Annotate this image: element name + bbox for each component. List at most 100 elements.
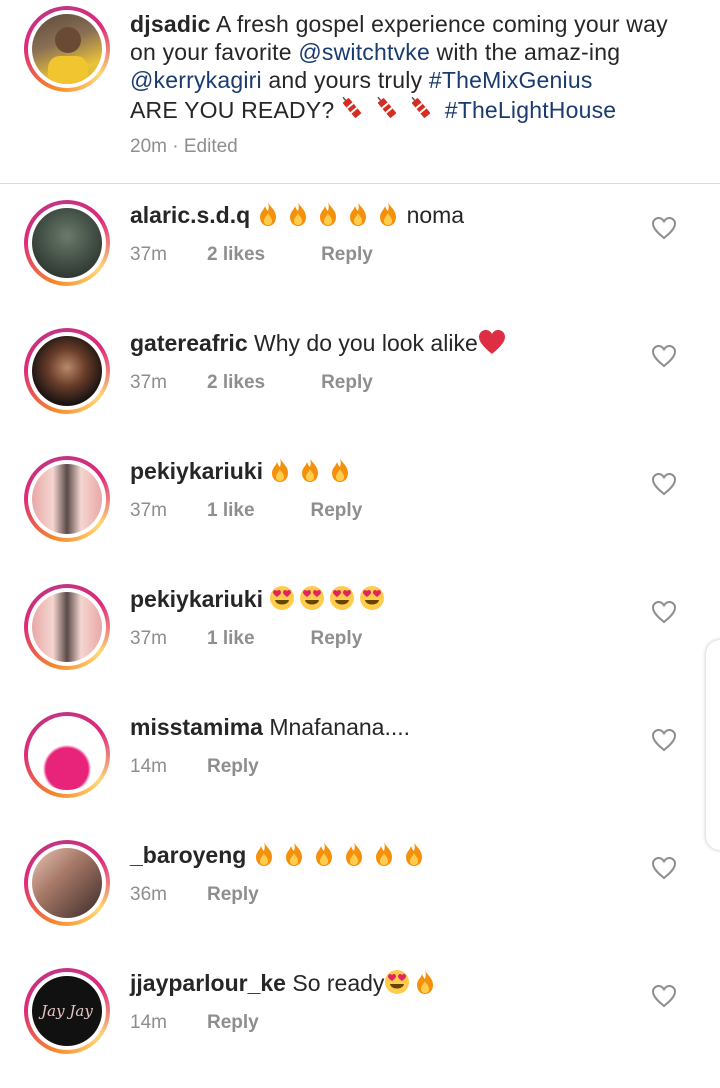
like-heart-icon[interactable] bbox=[651, 344, 677, 368]
post-author-avatar[interactable] bbox=[24, 6, 110, 92]
mention-switchtvke[interactable]: @switchtvke bbox=[298, 39, 430, 65]
reply-button[interactable]: Reply bbox=[321, 372, 373, 393]
commenter-username[interactable]: alaric.s.d.q bbox=[130, 202, 250, 228]
fire-icon bbox=[417, 970, 434, 994]
reply-button[interactable]: Reply bbox=[207, 756, 259, 777]
fire-icon bbox=[285, 842, 302, 866]
fire-icon bbox=[349, 202, 366, 226]
comment-item: pekiykariuki 37m 1 like Reply bbox=[0, 448, 720, 576]
like-heart-icon[interactable] bbox=[651, 984, 677, 1008]
comment-meta: 37m 1 like Reply bbox=[130, 628, 362, 650]
comment-time: 14m bbox=[130, 1012, 167, 1033]
comment-body: alaric.s.d.q noma bbox=[130, 200, 464, 230]
red-heart-icon bbox=[478, 330, 505, 354]
reply-button[interactable]: Reply bbox=[321, 244, 373, 265]
firecracker-icon bbox=[411, 96, 431, 118]
comment-likes[interactable]: 2 likes bbox=[207, 372, 265, 393]
comment-item: alaric.s.d.q noma 37m 2 likes Reply bbox=[0, 192, 720, 320]
commenter-username[interactable]: _baroyeng bbox=[130, 842, 246, 868]
comment-item: _baroyeng 36m Reply bbox=[0, 832, 720, 960]
scroll-handle[interactable] bbox=[706, 640, 720, 850]
like-heart-icon[interactable] bbox=[651, 856, 677, 880]
comment-body: gatereafric Why do you look alike bbox=[130, 328, 506, 358]
like-heart-icon[interactable] bbox=[651, 600, 677, 624]
post-time: 20m bbox=[130, 136, 167, 157]
comment-text: Mnafanana.... bbox=[269, 714, 411, 740]
commenter-avatar[interactable] bbox=[24, 200, 110, 286]
comment-item: misstamima Mnafanana.... 14m Reply bbox=[0, 704, 720, 832]
reply-button[interactable]: Reply bbox=[311, 628, 363, 649]
commenter-avatar[interactable] bbox=[24, 584, 110, 670]
commenter-avatar[interactable] bbox=[24, 712, 110, 798]
comment-time: 37m bbox=[130, 628, 167, 649]
heart-eyes-icon bbox=[300, 586, 325, 610]
hashtag-thelighthouse[interactable]: #TheLightHouse bbox=[445, 97, 617, 123]
comment-meta: 14m Reply bbox=[130, 756, 259, 778]
comment-item: pekiykariuki 37m 1 like Reply bbox=[0, 576, 720, 704]
comment-text: noma bbox=[406, 202, 465, 228]
comment-meta: 37m 2 likes Reply bbox=[130, 372, 373, 394]
comment-meta: 37m 2 likes Reply bbox=[130, 244, 373, 266]
like-heart-icon[interactable] bbox=[651, 216, 677, 240]
fire-icon bbox=[405, 842, 422, 866]
reply-button[interactable]: Reply bbox=[207, 1012, 259, 1033]
heart-eyes-icon bbox=[270, 586, 295, 610]
firecracker-icon bbox=[376, 96, 396, 118]
heart-eyes-icon bbox=[360, 586, 385, 610]
comment-meta: 36m Reply bbox=[130, 884, 259, 906]
comment-body: jjayparlour_ke So ready bbox=[130, 968, 444, 998]
hashtag-themixgenius[interactable]: #TheMixGenius bbox=[429, 67, 593, 93]
commenter-username[interactable]: misstamima bbox=[130, 714, 263, 740]
comment-body: pekiykariuki bbox=[130, 456, 359, 486]
firecracker-icon bbox=[342, 96, 362, 118]
fire-icon bbox=[375, 842, 392, 866]
commenter-avatar[interactable]: Jay Jay bbox=[24, 968, 110, 1054]
fire-icon bbox=[259, 202, 276, 226]
comment-text: So ready bbox=[292, 970, 385, 996]
divider bbox=[0, 183, 720, 184]
commenter-username[interactable]: gatereafric bbox=[130, 330, 248, 356]
comment-likes[interactable]: 1 like bbox=[207, 628, 255, 649]
fire-icon bbox=[272, 458, 289, 482]
comment-time: 37m bbox=[130, 372, 167, 393]
comment-time: 37m bbox=[130, 244, 167, 265]
heart-eyes-icon bbox=[385, 970, 410, 994]
commenter-username[interactable]: pekiykariuki bbox=[130, 458, 263, 484]
avatar-logo-text: Jay Jay bbox=[41, 1002, 93, 1020]
fire-icon bbox=[289, 202, 306, 226]
commenter-username[interactable]: pekiykariuki bbox=[130, 586, 263, 612]
like-heart-icon[interactable] bbox=[651, 728, 677, 752]
post-edited-label: Edited bbox=[183, 136, 238, 157]
fire-icon bbox=[255, 842, 272, 866]
caption-text-3: and yours truly bbox=[261, 67, 429, 93]
fire-icon bbox=[319, 202, 336, 226]
reply-button[interactable]: Reply bbox=[207, 884, 259, 905]
comment-time: 14m bbox=[130, 756, 167, 777]
reply-button[interactable]: Reply bbox=[311, 500, 363, 521]
comment-meta: 14m Reply bbox=[130, 1012, 259, 1034]
post-caption: djsadic A fresh gospel experience coming… bbox=[130, 10, 700, 124]
fire-icon bbox=[345, 842, 362, 866]
mention-kerrykagiri[interactable]: @kerrykagiri bbox=[130, 67, 262, 93]
commenter-avatar[interactable] bbox=[24, 328, 110, 414]
comment-body: _baroyeng bbox=[130, 840, 433, 870]
post-author-name[interactable]: djsadic bbox=[130, 11, 211, 37]
commenter-avatar[interactable] bbox=[24, 840, 110, 926]
commenter-username[interactable]: jjayparlour_ke bbox=[130, 970, 286, 996]
commenter-avatar[interactable] bbox=[24, 456, 110, 542]
comment-likes[interactable]: 2 likes bbox=[207, 244, 265, 265]
comment-body: pekiykariuki bbox=[130, 584, 389, 614]
comment-item: gatereafric Why do you look alike 37m 2 li… bbox=[0, 320, 720, 448]
comment-item: Jay Jay jjayparlour_ke So ready 14m Reply bbox=[0, 960, 720, 1088]
comment-meta: 37m 1 like Reply bbox=[130, 500, 362, 522]
like-heart-icon[interactable] bbox=[651, 472, 677, 496]
caption-text-2: with the amaz-ing bbox=[429, 39, 621, 65]
post-meta: 20m · Edited bbox=[130, 136, 238, 157]
comment-body: misstamima Mnafanana.... bbox=[130, 712, 410, 742]
fire-icon bbox=[332, 458, 349, 482]
heart-eyes-icon bbox=[330, 586, 355, 610]
comment-likes[interactable]: 1 like bbox=[207, 500, 255, 521]
comment-time: 36m bbox=[130, 884, 167, 905]
fire-icon bbox=[302, 458, 319, 482]
comment-time: 37m bbox=[130, 500, 167, 521]
